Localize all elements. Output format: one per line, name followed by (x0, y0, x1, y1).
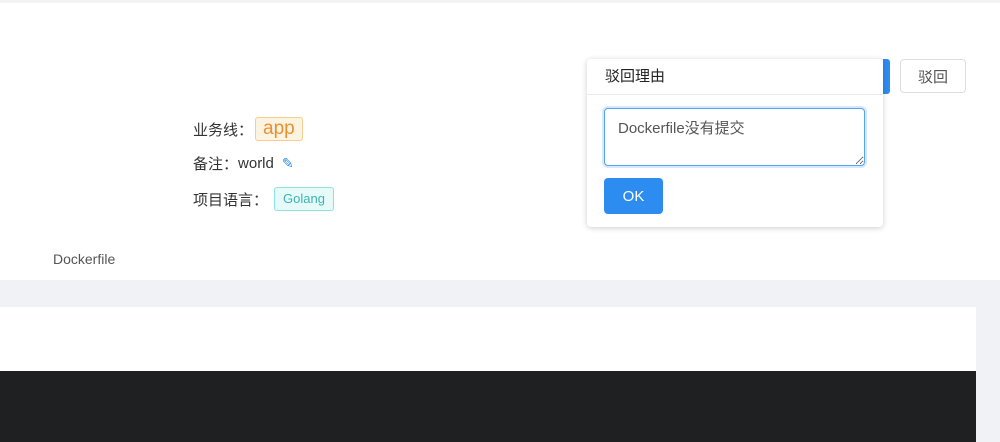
language-tag: Golang (274, 187, 334, 211)
language-row: 项目语言： Golang (193, 187, 334, 211)
tab-dockerfile[interactable]: Dockerfile (53, 251, 115, 267)
business-line-row: 业务线： app (193, 117, 303, 141)
content-card (0, 307, 976, 371)
reject-reason-input[interactable]: Dockerfile没有提交 (604, 108, 865, 166)
code-viewer (0, 371, 976, 442)
ok-button[interactable]: OK (604, 178, 663, 214)
note-label: 备注： (193, 156, 239, 173)
popover-title: 驳回理由 (587, 59, 883, 95)
popover-anchor (883, 59, 890, 94)
business-line-label: 业务线： (193, 121, 254, 139)
note-row: 备注： world ✎ (193, 153, 294, 174)
edit-icon[interactable]: ✎ (282, 155, 294, 172)
language-label: 项目语言： (193, 191, 269, 209)
business-line-tag: app (255, 117, 303, 141)
reject-popover: 驳回理由 Dockerfile没有提交 OK (587, 59, 883, 227)
reject-button[interactable]: 驳回 (900, 59, 966, 93)
note-value: world (238, 155, 274, 172)
